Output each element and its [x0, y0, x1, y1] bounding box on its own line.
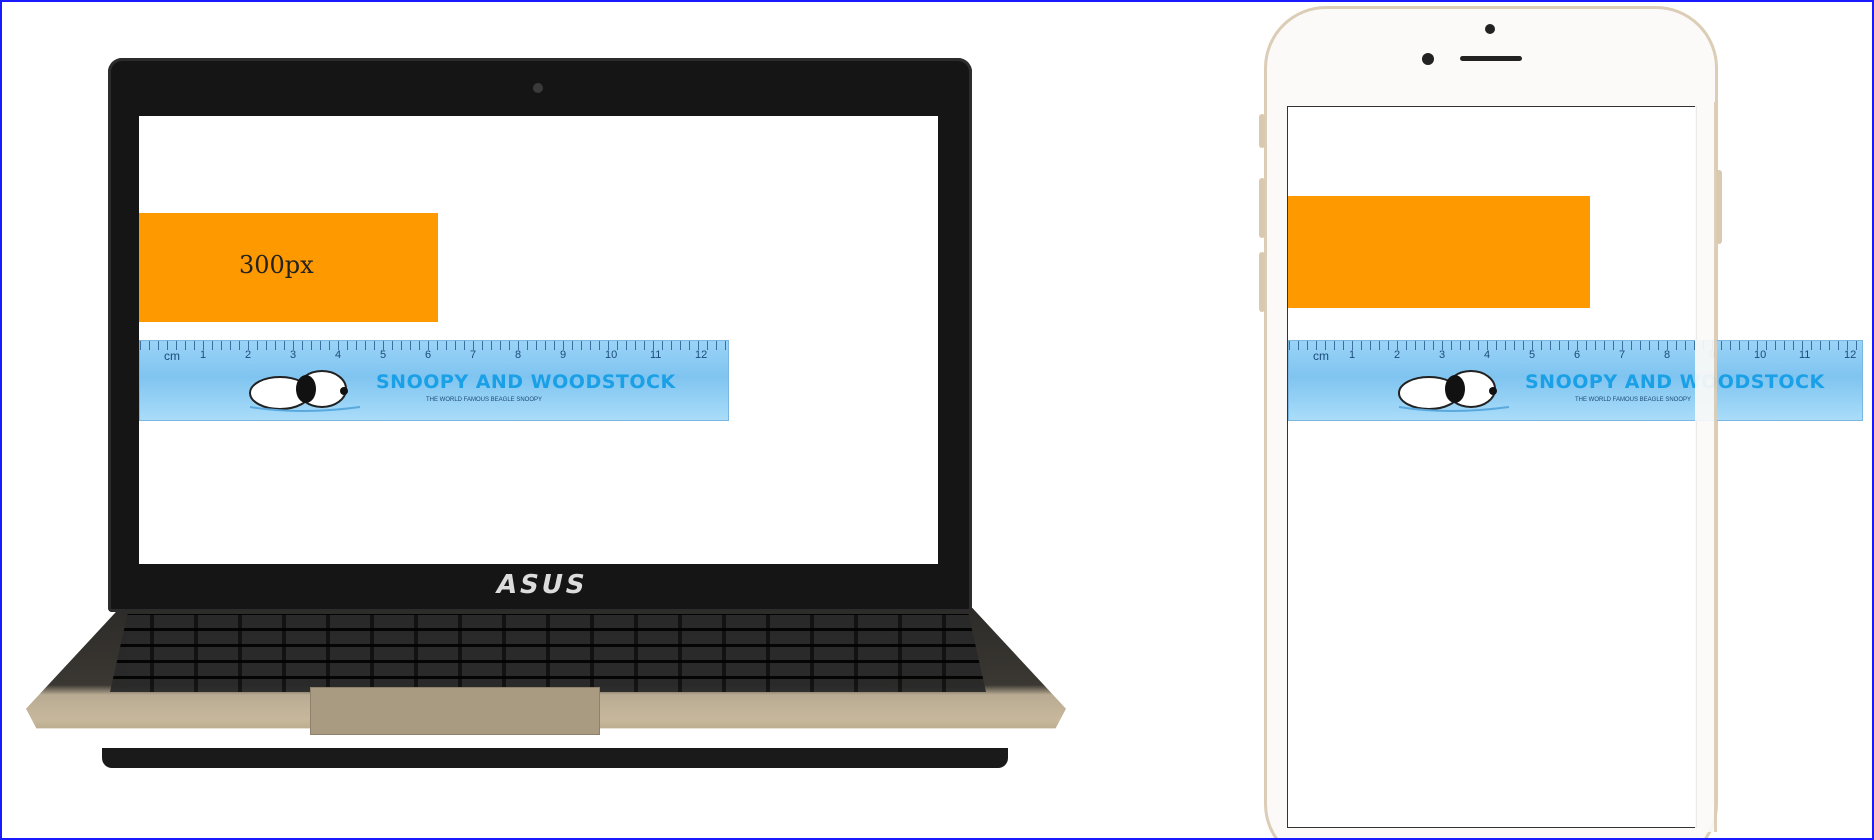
ruler-number: 5: [1529, 349, 1536, 361]
snoopy-illustration: [1398, 370, 1510, 412]
ruler-number: 7: [470, 349, 477, 361]
ruler-number: 6: [1574, 349, 1581, 361]
laptop-brand-logo: ASUS: [493, 570, 591, 600]
ruler-number: 11: [1799, 349, 1811, 361]
ruler-ticks: [140, 341, 728, 350]
phone-sensor-icon: [1485, 24, 1495, 34]
ruler-number: 8: [515, 349, 522, 361]
laptop-screen: 300px cm 1 2 3 4 5 6 7 8 9 10 11 12 SNOOPY AND WOOD…: [139, 116, 938, 564]
ruler-number: 12: [695, 349, 708, 361]
laptop-camera-icon: [533, 83, 543, 93]
ruler-number: 6: [425, 349, 432, 361]
illustration-frame: ASUS 300px cm 1 2 3 4 5 6 7 8 9 10 11 12 SNOOPY AND…: [0, 0, 1874, 840]
ruler-number: 12: [1844, 349, 1857, 361]
ruler-number: 8: [1664, 349, 1671, 361]
laptop-keyboard: [110, 614, 986, 692]
phone-camera-icon: [1422, 53, 1434, 65]
laptop-feet: [102, 748, 1008, 768]
ruler-number: 10: [1754, 349, 1767, 361]
orange-block-label: 300px: [239, 251, 314, 279]
phone-mute-switch: [1259, 114, 1265, 148]
ruler-number: 1: [200, 349, 207, 361]
ruler-number: 11: [650, 349, 662, 361]
ruler-number: 7: [1619, 349, 1626, 361]
ruler-subtitle: THE WORLD FAMOUS BEAGLE SNOOPY: [426, 397, 543, 403]
ruler-subtitle: THE WORLD FAMOUS BEAGLE SNOOPY: [1575, 397, 1692, 403]
phone-orange-block: [1288, 196, 1590, 308]
laptop-orange-block: 300px: [139, 213, 438, 322]
ruler-number: 9: [560, 349, 567, 361]
phone-ruler: cm 123456789101112 SNOOPY AND WOODSTOCK …: [1288, 340, 1863, 421]
ruler-number: 10: [605, 349, 618, 361]
laptop-ruler: cm 1 2 3 4 5 6 7 8 9 10 11 12 SNOOPY AND WOODSTOCK …: [139, 340, 729, 421]
phone-volume-down-button: [1259, 252, 1265, 312]
ruler-unit: cm: [164, 349, 180, 363]
ruler-number: 5: [380, 349, 387, 361]
phone-volume-up-button: [1259, 178, 1265, 238]
laptop-touchpad: [310, 687, 600, 735]
phone-speaker-icon: [1460, 56, 1522, 61]
phone-frame-edge: [1695, 102, 1717, 832]
ruler-title: SNOOPY AND WOODSTOCK: [376, 371, 676, 393]
ruler-number: 1: [1349, 349, 1356, 361]
ruler-title: SNOOPY AND WOODSTOCK: [1525, 371, 1825, 393]
snoopy-illustration: [249, 370, 361, 412]
ruler-unit: cm: [1313, 349, 1329, 363]
phone-screen: [1287, 106, 1697, 828]
